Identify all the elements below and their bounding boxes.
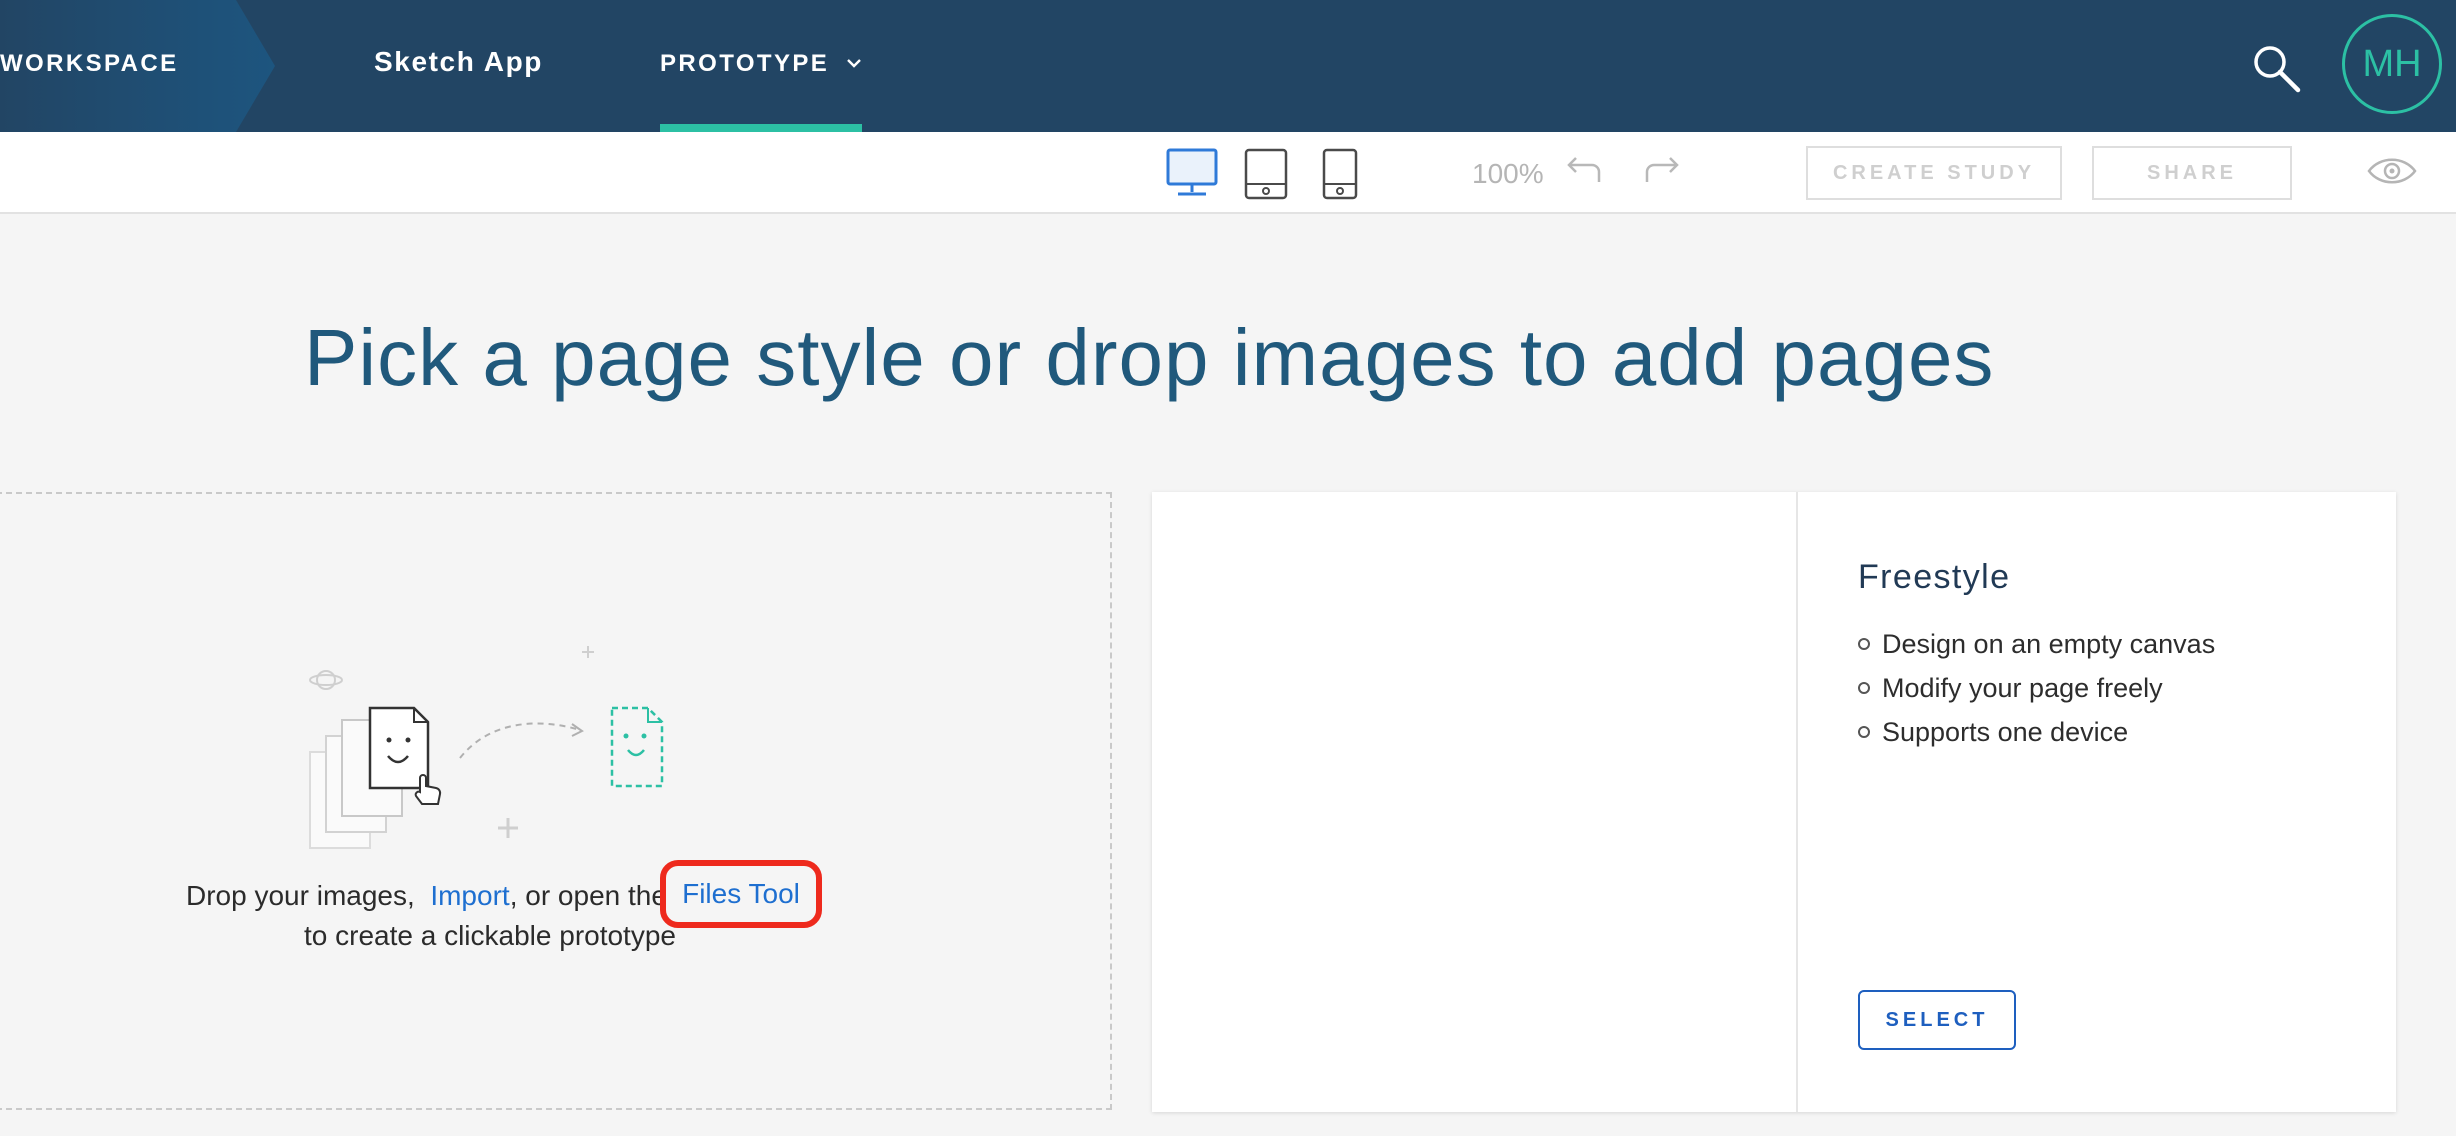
freestyle-page-style-card: Freestyle Design on an empty canvas Modi… <box>1152 492 2396 1112</box>
drop-instructions-line1: Drop your images, Import, or open the <box>186 880 667 912</box>
workspace-label: WORKSPACE <box>0 50 179 77</box>
style-title: Freestyle <box>1858 558 2011 596</box>
workspace-breadcrumb[interactable]: WORKSPACE <box>0 0 275 132</box>
drop-instructions-line2: to create a clickable prototype <box>304 920 676 951</box>
style-feature-list: Design on an empty canvas Modify your pa… <box>1858 622 2215 754</box>
undo-icon[interactable] <box>1566 154 1602 184</box>
redo-icon[interactable] <box>1644 154 1680 184</box>
prototype-menu-label: PROTOTYPE <box>660 50 830 77</box>
drop-text-prefix: Drop your images, <box>186 880 415 911</box>
phone-device-icon[interactable] <box>1322 148 1358 200</box>
share-button[interactable]: SHARE <box>2092 146 2292 200</box>
chevron-down-icon <box>847 59 861 68</box>
bullet-icon <box>1858 638 1870 650</box>
list-item: Design on an empty canvas <box>1858 622 2215 666</box>
zoom-level[interactable]: 100% <box>1472 158 1544 190</box>
files-tool-link[interactable]: Files Tool <box>660 860 822 928</box>
list-item: Modify your page freely <box>1858 666 2215 710</box>
feature-text: Design on an empty canvas <box>1882 629 2216 659</box>
import-link[interactable]: Import <box>430 880 509 911</box>
select-style-button[interactable]: SELECT <box>1858 990 2016 1050</box>
feature-text: Modify your page freely <box>1882 673 2163 703</box>
top-navigation-bar: WORKSPACE Sketch App PROTOTYPE MH <box>0 0 2456 132</box>
user-avatar[interactable]: MH <box>2342 14 2442 114</box>
drop-files-illustration-icon <box>309 646 664 849</box>
tablet-device-icon[interactable] <box>1244 148 1288 200</box>
bullet-icon <box>1858 726 1870 738</box>
card-divider <box>1796 492 1798 1112</box>
drop-text-middle: , or open the <box>509 880 667 911</box>
project-name-link[interactable]: Sketch App <box>374 46 543 78</box>
feature-text: Supports one device <box>1882 717 2129 747</box>
search-icon[interactable] <box>2250 42 2302 94</box>
bullet-icon <box>1858 682 1870 694</box>
page-title: Pick a page style or drop images to add … <box>304 313 1995 402</box>
list-item: Supports one device <box>1858 710 2215 754</box>
active-tab-indicator <box>660 124 862 132</box>
editor-toolbar: 100% CREATE STUDY SHARE <box>0 132 2456 214</box>
create-study-button[interactable]: CREATE STUDY <box>1806 146 2062 200</box>
prototype-menu[interactable]: PROTOTYPE <box>660 0 862 132</box>
desktop-device-icon[interactable] <box>1166 148 1218 198</box>
preview-eye-icon[interactable] <box>2366 154 2418 188</box>
